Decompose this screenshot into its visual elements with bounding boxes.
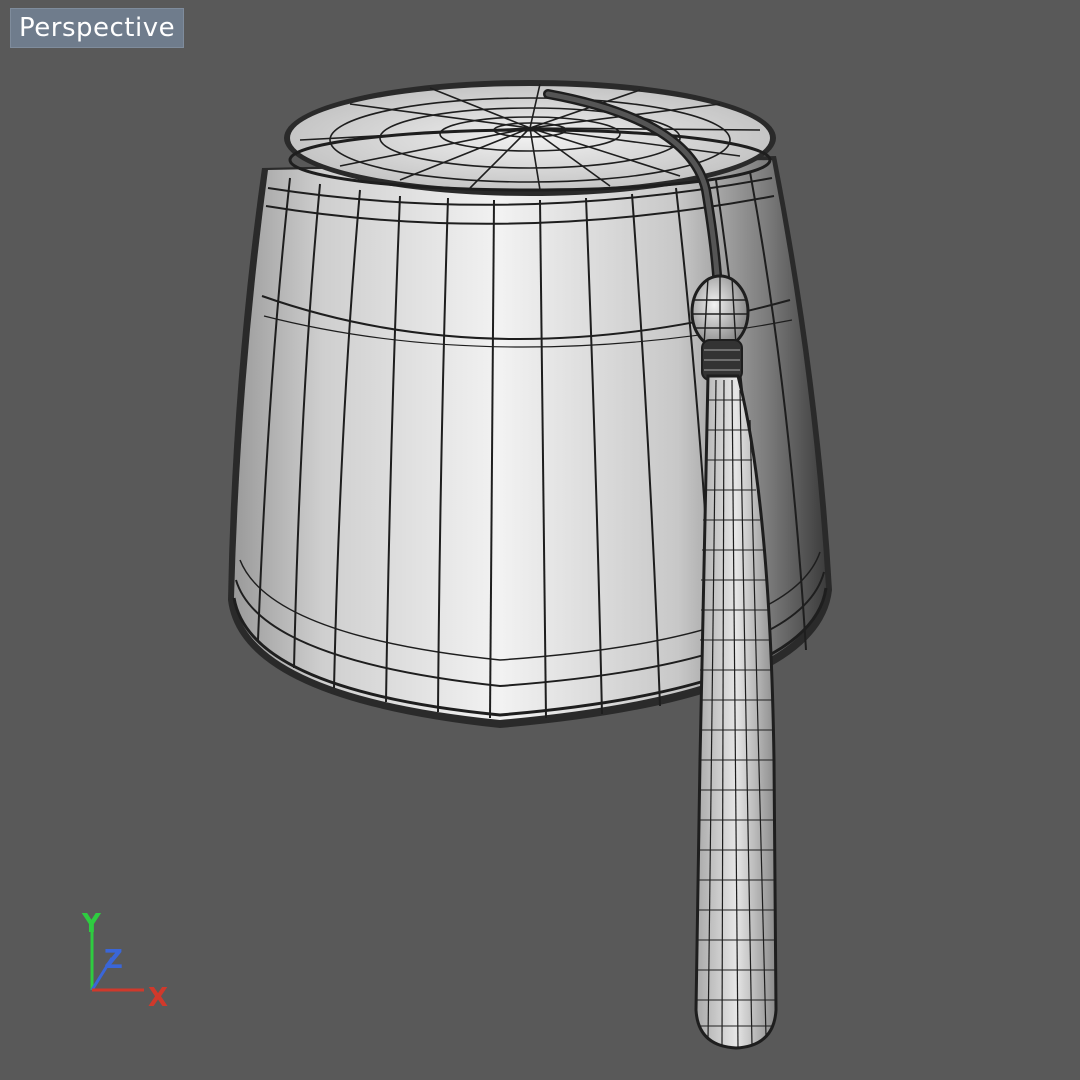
fez-model[interactable] bbox=[228, 80, 832, 1050]
y-axis-label: Y bbox=[81, 909, 102, 939]
perspective-viewport[interactable]: Perspective Y Z X bbox=[0, 0, 1080, 1080]
z-axis-label: Z bbox=[104, 945, 123, 975]
x-axis-label: X bbox=[148, 983, 168, 1013]
axis-gizmo: Y Z X bbox=[81, 909, 168, 1013]
viewport-scene[interactable]: Y Z X bbox=[0, 0, 1080, 1080]
